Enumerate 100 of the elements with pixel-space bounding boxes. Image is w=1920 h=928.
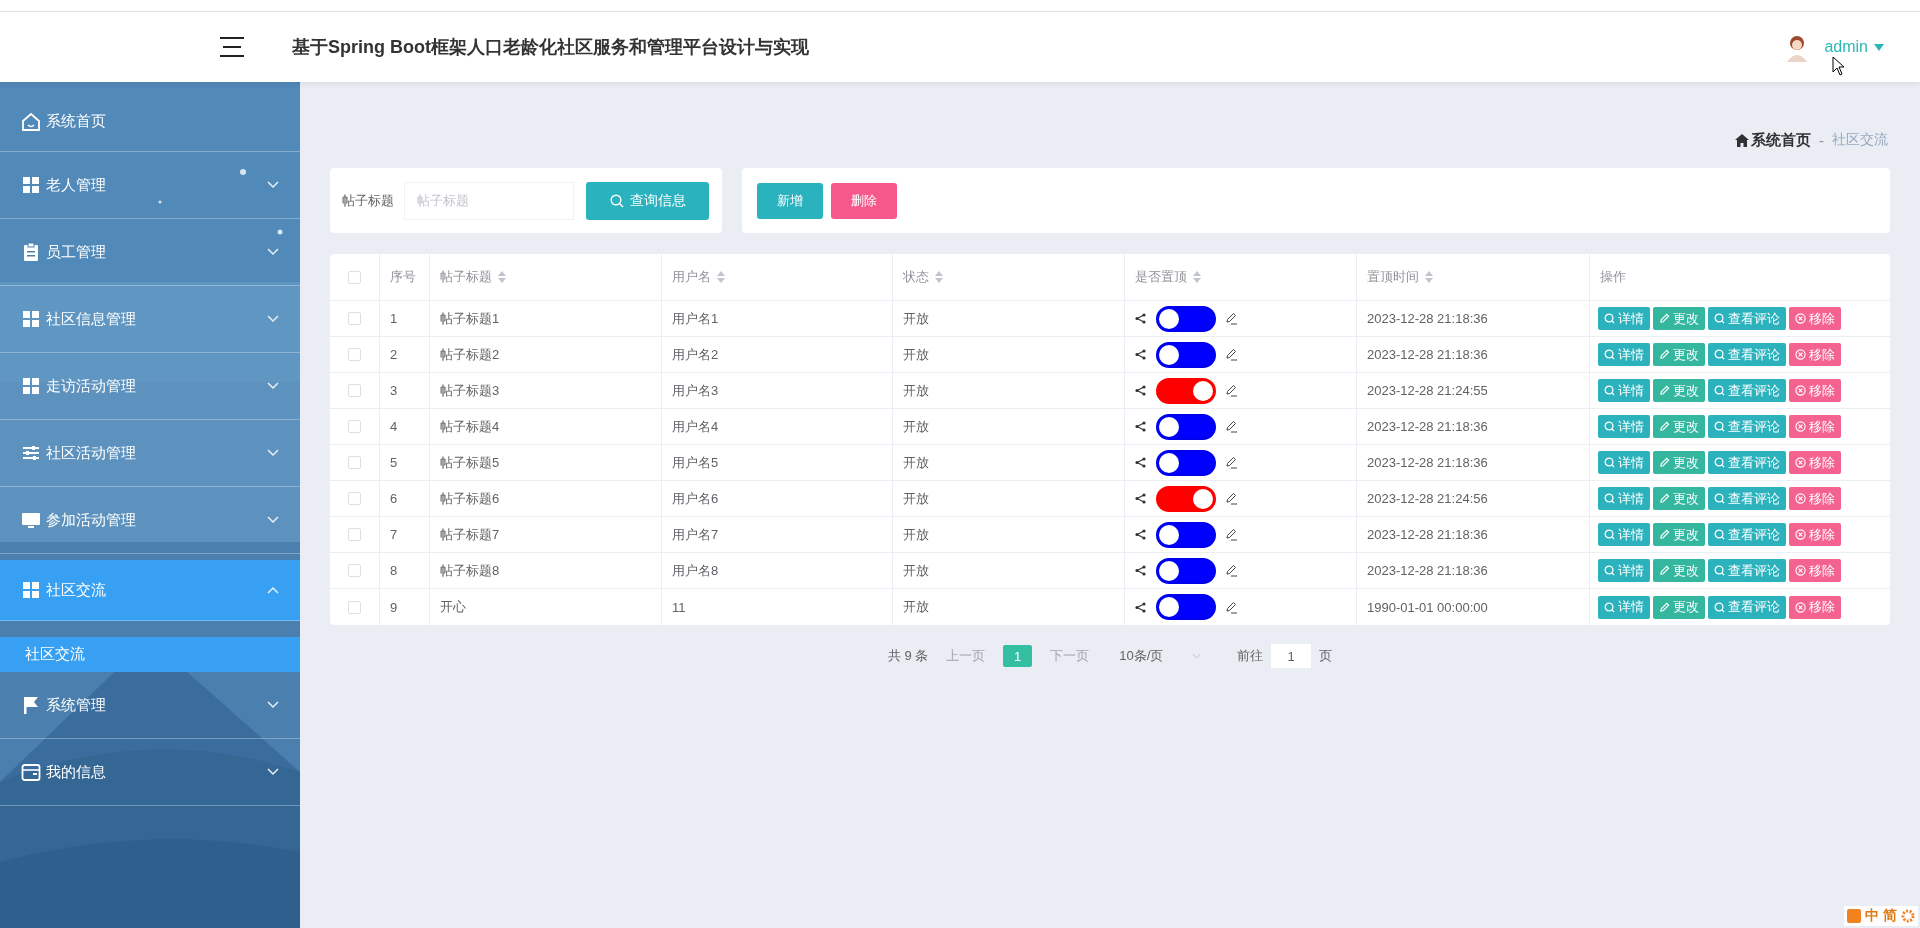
search-button[interactable]: 查询信息 <box>586 181 709 220</box>
ime-mode[interactable]: 中 <box>1865 907 1879 925</box>
column-header[interactable]: 用户名 <box>672 268 725 286</box>
user-menu[interactable]: admin <box>1824 38 1884 56</box>
edit-button[interactable]: 更改 <box>1653 595 1705 619</box>
view-button[interactable]: 详情 <box>1598 343 1650 366</box>
view-button[interactable]: 查看评论 <box>1708 595 1786 619</box>
toggle-switch[interactable] <box>1156 305 1216 332</box>
remove-button[interactable]: 移除 <box>1789 343 1841 366</box>
toggle-switch[interactable] <box>1156 485 1216 512</box>
pencil-icon[interactable] <box>1226 564 1238 577</box>
sidebar-item[interactable]: 参加活动管理 <box>0 487 300 554</box>
pencil-icon[interactable] <box>1226 384 1238 397</box>
view-button[interactable]: 详情 <box>1598 523 1650 546</box>
checkbox[interactable] <box>348 348 361 361</box>
view-button[interactable]: 详情 <box>1598 307 1650 330</box>
edit-button[interactable]: 更改 <box>1653 379 1705 402</box>
pencil-icon[interactable] <box>1226 600 1238 614</box>
toggle-switch[interactable] <box>1156 413 1216 440</box>
share-icon[interactable] <box>1135 313 1146 324</box>
edit-button[interactable]: 更改 <box>1653 307 1705 330</box>
view-button[interactable]: 详情 <box>1598 379 1650 402</box>
share-icon[interactable] <box>1135 421 1146 432</box>
column-header[interactable]: 是否置顶 <box>1135 268 1201 286</box>
column-header[interactable]: 帖子标题 <box>440 268 506 286</box>
share-icon[interactable] <box>1135 349 1146 360</box>
view-button[interactable]: 详情 <box>1598 559 1650 582</box>
view-button[interactable]: 查看评论 <box>1708 559 1786 582</box>
edit-button[interactable]: 更改 <box>1653 415 1705 438</box>
toggle-switch[interactable] <box>1156 521 1216 548</box>
checkbox[interactable] <box>348 492 361 505</box>
checkbox[interactable] <box>348 270 361 284</box>
page-button[interactable]: 1 <box>1003 645 1033 667</box>
checkbox[interactable] <box>348 528 361 541</box>
toggle-switch[interactable] <box>1156 557 1216 584</box>
remove-button[interactable]: 移除 <box>1789 523 1841 546</box>
remove-button[interactable]: 移除 <box>1789 415 1841 438</box>
pencil-icon[interactable] <box>1226 420 1238 433</box>
view-button[interactable]: 详情 <box>1598 595 1650 619</box>
sidebar-item[interactable]: 员工管理 <box>0 219 300 286</box>
view-button[interactable]: 详情 <box>1598 415 1650 438</box>
sidebar-item[interactable]: 社区交流 <box>0 560 300 621</box>
breadcrumb-link[interactable]: 系统首页 <box>1735 130 1811 150</box>
pencil-icon[interactable] <box>1226 348 1238 361</box>
view-button[interactable]: 详情 <box>1598 487 1650 510</box>
share-icon[interactable] <box>1135 529 1146 540</box>
toggle-switch[interactable] <box>1156 377 1216 404</box>
checkbox[interactable] <box>348 564 361 577</box>
view-button[interactable]: 详情 <box>1598 451 1650 474</box>
checkbox[interactable] <box>348 600 361 614</box>
share-icon[interactable] <box>1135 457 1146 468</box>
view-button[interactable]: 查看评论 <box>1708 343 1786 366</box>
share-icon[interactable] <box>1135 385 1146 396</box>
sidebar-item[interactable]: 社区信息管理 <box>0 286 300 353</box>
edit-button[interactable]: 更改 <box>1653 451 1705 474</box>
share-icon[interactable] <box>1135 601 1146 613</box>
remove-button[interactable]: 移除 <box>1789 487 1841 510</box>
sidebar-item[interactable]: 走访活动管理 <box>0 353 300 420</box>
sidebar-item[interactable]: 老人管理 <box>0 152 300 219</box>
share-icon[interactable] <box>1135 565 1146 576</box>
checkbox[interactable] <box>348 384 361 397</box>
view-button[interactable]: 查看评论 <box>1708 307 1786 330</box>
sidebar-item[interactable]: 我的信息 <box>0 739 300 806</box>
view-button[interactable]: 查看评论 <box>1708 487 1786 510</box>
add-button[interactable]: 新增 <box>757 182 823 219</box>
remove-button[interactable]: 移除 <box>1789 307 1841 330</box>
delete-button[interactable]: 删除 <box>831 182 897 219</box>
checkbox[interactable] <box>348 456 361 469</box>
view-button[interactable]: 查看评论 <box>1708 379 1786 402</box>
menu-icon[interactable] <box>219 36 245 58</box>
sidebar-item[interactable]: 社区活动管理 <box>0 420 300 487</box>
ime-mode[interactable]: 简 <box>1883 907 1897 925</box>
edit-button[interactable]: 更改 <box>1653 559 1705 582</box>
share-icon[interactable] <box>1135 493 1146 504</box>
remove-button[interactable]: 移除 <box>1789 559 1841 582</box>
toggle-switch[interactable] <box>1156 594 1216 620</box>
edit-button[interactable]: 更改 <box>1653 343 1705 366</box>
column-header[interactable]: 置顶时间 <box>1367 268 1433 286</box>
checkbox[interactable] <box>348 420 361 433</box>
page-input[interactable]: 1 <box>1271 644 1312 668</box>
toggle-switch[interactable] <box>1156 341 1216 368</box>
checkbox[interactable] <box>348 312 361 325</box>
column-header[interactable]: 状态 <box>903 268 943 286</box>
remove-button[interactable]: 移除 <box>1789 451 1841 474</box>
sidebar-item[interactable]: 系统首页 <box>0 82 300 152</box>
remove-button[interactable]: 移除 <box>1789 595 1841 619</box>
toggle-switch[interactable] <box>1156 449 1216 476</box>
page-size-select[interactable]: 10条/页 <box>1119 643 1210 669</box>
view-button[interactable]: 查看评论 <box>1708 451 1786 474</box>
view-button[interactable]: 查看评论 <box>1708 523 1786 546</box>
pencil-icon[interactable] <box>1226 312 1238 325</box>
pencil-icon[interactable] <box>1226 456 1238 469</box>
pencil-icon[interactable] <box>1226 528 1238 541</box>
remove-button[interactable]: 移除 <box>1789 379 1841 402</box>
submenu-item[interactable]: 社区交流 <box>0 637 300 672</box>
view-button[interactable]: 查看评论 <box>1708 415 1786 438</box>
edit-button[interactable]: 更改 <box>1653 523 1705 546</box>
pencil-icon[interactable] <box>1226 492 1238 505</box>
edit-button[interactable]: 更改 <box>1653 487 1705 510</box>
sidebar-item[interactable]: 系统管理 <box>0 672 300 739</box>
